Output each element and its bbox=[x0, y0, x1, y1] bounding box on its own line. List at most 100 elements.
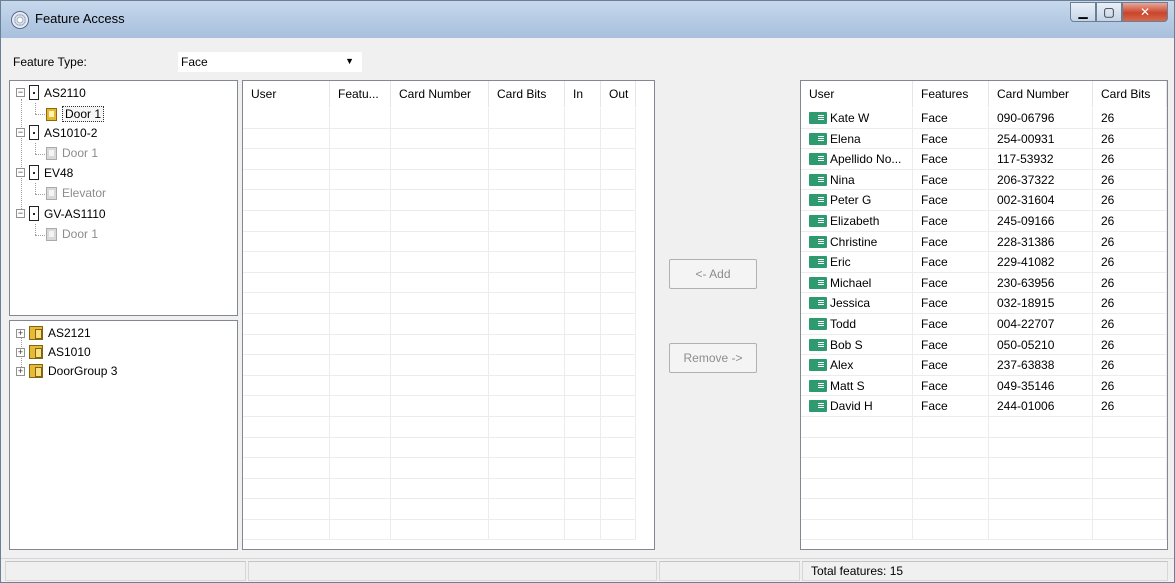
column-header-card-number[interactable]: Card Number bbox=[391, 81, 489, 107]
table-row[interactable] bbox=[243, 375, 636, 397]
table-row[interactable]: Eric Face 229-41082 26 bbox=[801, 252, 1167, 273]
door-icon bbox=[46, 146, 57, 160]
expand-icon[interactable]: + bbox=[16, 328, 25, 338]
user-card-icon bbox=[809, 214, 827, 227]
column-header-card-bits[interactable]: Card Bits bbox=[1093, 81, 1167, 107]
column-header-card-bits[interactable]: Card Bits bbox=[489, 81, 565, 107]
card-number-cell: 229-41082 bbox=[989, 252, 1093, 272]
table-row[interactable]: Nina Face 206-37322 26 bbox=[801, 169, 1167, 191]
table-row[interactable] bbox=[801, 499, 1167, 520]
table-row[interactable]: Matt S Face 049-35146 26 bbox=[801, 375, 1167, 397]
table-row[interactable] bbox=[243, 519, 636, 541]
user-name: Peter G bbox=[830, 193, 872, 208]
table-row[interactable]: Todd Face 004-22707 26 bbox=[801, 313, 1167, 335]
column-header-card-number[interactable]: Card Number bbox=[989, 81, 1093, 107]
table-row[interactable] bbox=[243, 458, 636, 479]
collapse-icon[interactable]: − bbox=[16, 88, 25, 97]
tree-node-controller[interactable]: − AS2110 bbox=[16, 85, 86, 100]
tree-node-door-group[interactable]: + AS2121 bbox=[16, 326, 91, 340]
table-row[interactable]: Kate W Face 090-06796 26 bbox=[801, 108, 1167, 129]
table-row[interactable] bbox=[243, 334, 636, 356]
table-row[interactable]: Apellido No... Face 117-53932 26 bbox=[801, 149, 1167, 170]
table-cell bbox=[330, 169, 391, 190]
table-cell bbox=[565, 231, 601, 252]
controller-tree[interactable]: − AS2110 Door 1 − AS1010-2 Door 1 − EV48… bbox=[9, 80, 238, 316]
column-header-out[interactable]: Out bbox=[601, 81, 636, 107]
table-row[interactable] bbox=[243, 231, 636, 253]
tree-node-controller[interactable]: − GV-AS1110 bbox=[16, 206, 106, 221]
close-button[interactable]: ✕ bbox=[1122, 2, 1168, 22]
table-row[interactable]: Elizabeth Face 245-09166 26 bbox=[801, 210, 1167, 232]
table-row[interactable] bbox=[243, 293, 636, 314]
table-row[interactable] bbox=[243, 437, 636, 459]
collapse-icon[interactable]: − bbox=[16, 209, 25, 218]
tree-node-controller[interactable]: − EV48 bbox=[16, 165, 73, 180]
column-header-user[interactable]: User bbox=[243, 81, 330, 107]
table-row[interactable]: Michael Face 230-63956 26 bbox=[801, 272, 1167, 294]
tree-node-door[interactable]: Door 1 bbox=[46, 146, 98, 160]
door-group-tree[interactable]: + AS2121 + AS1010 + DoorGroup 3 bbox=[9, 320, 238, 550]
table-cell bbox=[330, 108, 391, 128]
tree-node-elevator[interactable]: Elevator bbox=[46, 186, 106, 200]
collapse-icon[interactable]: − bbox=[16, 168, 25, 177]
title-bar[interactable]: Feature Access ▁ ▢ ✕ bbox=[1, 1, 1174, 38]
maximize-button[interactable]: ▢ bbox=[1096, 2, 1122, 22]
table-row[interactable]: Jessica Face 032-18915 26 bbox=[801, 293, 1167, 314]
table-row[interactable] bbox=[243, 499, 636, 520]
table-cell bbox=[489, 416, 565, 437]
column-header-features[interactable]: Features bbox=[913, 81, 989, 107]
expand-icon[interactable]: + bbox=[16, 347, 25, 357]
table-row[interactable] bbox=[243, 149, 636, 170]
table-cell bbox=[391, 149, 489, 169]
feature-type-dropdown[interactable]: Face ▼ bbox=[177, 51, 363, 73]
user-card-icon bbox=[809, 338, 827, 351]
user-list-grid[interactable]: User Features Card Number Card Bits Kate… bbox=[800, 80, 1168, 550]
user-card-icon bbox=[809, 112, 827, 124]
table-row[interactable]: Christine Face 228-31386 26 bbox=[801, 231, 1167, 253]
tree-node-controller[interactable]: − AS1010-2 bbox=[16, 125, 97, 140]
user-name: Nina bbox=[830, 172, 855, 187]
column-header-user[interactable]: User bbox=[801, 81, 913, 107]
status-bar: Total features: 15 bbox=[1, 558, 1174, 582]
collapse-icon[interactable]: − bbox=[16, 128, 25, 137]
column-header-features[interactable]: Featu... bbox=[330, 81, 391, 107]
table-row[interactable] bbox=[243, 252, 636, 273]
tree-node-door-group[interactable]: + AS1010 bbox=[16, 345, 91, 359]
table-row[interactable] bbox=[801, 478, 1167, 500]
table-row[interactable] bbox=[243, 416, 636, 438]
table-cell bbox=[243, 499, 330, 519]
assigned-users-grid[interactable]: User Featu... Card Number Card Bits In O… bbox=[242, 80, 655, 550]
table-row[interactable] bbox=[243, 210, 636, 232]
table-cell bbox=[565, 519, 601, 540]
table-row[interactable]: Elena Face 254-00931 26 bbox=[801, 128, 1167, 150]
feature-access-window: Feature Access ▁ ▢ ✕ Feature Type: Face … bbox=[0, 0, 1175, 583]
table-row[interactable] bbox=[801, 458, 1167, 479]
tree-node-label: AS2110 bbox=[44, 85, 86, 100]
table-row[interactable]: Alex Face 237-63838 26 bbox=[801, 355, 1167, 376]
table-row[interactable] bbox=[243, 396, 636, 417]
remove-button[interactable]: Remove -> bbox=[669, 343, 757, 373]
table-row[interactable] bbox=[801, 519, 1167, 541]
table-row[interactable]: David H Face 244-01006 26 bbox=[801, 396, 1167, 417]
table-row[interactable] bbox=[243, 478, 636, 500]
tree-node-door[interactable]: Door 1 bbox=[46, 106, 105, 122]
table-row[interactable] bbox=[243, 272, 636, 294]
table-row[interactable] bbox=[243, 108, 636, 129]
add-button[interactable]: <- Add bbox=[669, 259, 757, 289]
expand-icon[interactable]: + bbox=[16, 366, 25, 376]
table-row[interactable] bbox=[243, 313, 636, 335]
tree-node-door-group[interactable]: + DoorGroup 3 bbox=[16, 364, 117, 378]
table-row[interactable]: Peter G Face 002-31604 26 bbox=[801, 190, 1167, 211]
minimize-button[interactable]: ▁ bbox=[1070, 2, 1096, 22]
tree-node-door[interactable]: Door 1 bbox=[46, 227, 98, 241]
table-row[interactable]: Bob S Face 050-05210 26 bbox=[801, 334, 1167, 356]
card-number-cell: 245-09166 bbox=[989, 210, 1093, 231]
table-cell bbox=[913, 519, 989, 540]
table-row[interactable] bbox=[801, 437, 1167, 459]
table-row[interactable] bbox=[243, 190, 636, 211]
column-header-in[interactable]: In bbox=[565, 81, 601, 107]
table-row[interactable] bbox=[243, 128, 636, 150]
table-row[interactable] bbox=[243, 169, 636, 191]
table-row[interactable] bbox=[801, 416, 1167, 438]
table-row[interactable] bbox=[243, 355, 636, 376]
